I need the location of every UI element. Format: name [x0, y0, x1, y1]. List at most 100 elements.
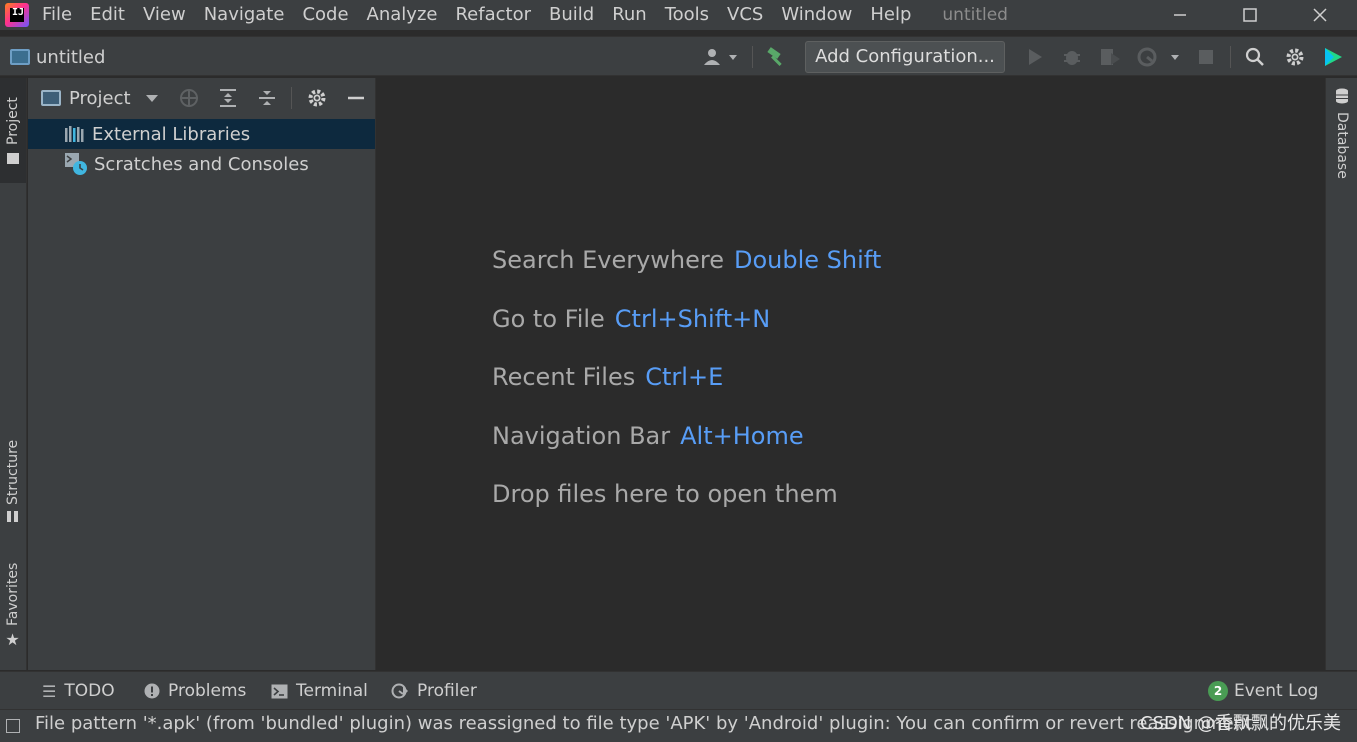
tab-favorites[interactable]: ★ Favorites	[0, 556, 26, 656]
right-tool-strip: Database	[1325, 78, 1357, 670]
menu-navigate[interactable]: Navigate	[195, 0, 294, 30]
run-button[interactable]	[1023, 45, 1047, 69]
project-panel-header: Project	[28, 78, 375, 118]
tab-structure[interactable]: Structure	[0, 430, 26, 532]
folder-icon	[7, 152, 19, 164]
menu-code[interactable]: Code	[293, 0, 357, 30]
toggle-tool-windows-icon[interactable]	[6, 719, 20, 733]
settings-button[interactable]	[1283, 45, 1307, 69]
debug-button[interactable]	[1060, 45, 1084, 69]
search-everywhere-button[interactable]	[1243, 45, 1267, 69]
tab-structure-label: Structure	[5, 439, 21, 506]
menu-tools[interactable]: Tools	[656, 0, 718, 30]
hint-action: Navigation Bar	[492, 422, 671, 450]
project-view-icon	[41, 90, 61, 106]
plugin-button[interactable]	[1321, 45, 1345, 69]
locate-button[interactable]	[177, 86, 201, 110]
menu-refactor[interactable]: Refactor	[446, 0, 540, 30]
hint-search-everywhere: Search Everywhere Double Shift	[492, 246, 881, 274]
tab-profiler-label: Profiler	[417, 681, 477, 701]
chevron-down-icon[interactable]	[145, 93, 159, 103]
minimize-button[interactable]	[1157, 0, 1203, 30]
tab-todo[interactable]: ☰ TODO	[42, 672, 115, 710]
collapse-all-button[interactable]	[255, 86, 279, 110]
expand-all-button[interactable]	[216, 86, 240, 110]
project-view-selector[interactable]: Project	[69, 88, 131, 109]
hint-action: Go to File	[492, 305, 605, 333]
breadcrumb-project-label[interactable]: untitled	[36, 47, 105, 68]
breadcrumb[interactable]: untitled	[10, 37, 105, 77]
tab-todo-label: TODO	[64, 681, 115, 701]
list-icon: ☰	[42, 681, 57, 701]
debug-icon	[1064, 51, 1080, 65]
menu-vcs[interactable]: VCS	[718, 0, 772, 30]
hint-navigation-bar: Navigation Bar Alt+Home	[492, 422, 804, 450]
tab-problems[interactable]: Problems	[144, 672, 246, 710]
header-separator	[291, 87, 292, 109]
plugin-icon	[1325, 48, 1342, 66]
crosshair-icon	[180, 89, 198, 107]
menu-analyze[interactable]: Analyze	[358, 0, 447, 30]
collapse-all-icon	[259, 91, 275, 105]
tree-item-external-libraries[interactable]: External Libraries	[28, 119, 375, 149]
menu-window[interactable]: Window	[772, 0, 861, 30]
stop-icon	[1199, 50, 1213, 64]
terminal-icon	[271, 684, 288, 698]
hint-shortcut: Double Shift	[734, 246, 882, 274]
menu-view[interactable]: View	[134, 0, 195, 30]
tab-terminal[interactable]: Terminal	[271, 672, 368, 710]
tree-item-label: Scratches and Consoles	[94, 153, 309, 175]
hint-action: Recent Files	[492, 363, 636, 391]
minimize-icon	[1174, 14, 1186, 16]
tab-database-label: Database	[1334, 112, 1350, 179]
intellij-logo-icon: IJ	[5, 3, 29, 27]
editor-empty-area[interactable]: Search Everywhere Double Shift Go to File…	[377, 78, 1324, 670]
profile-dropdown-button[interactable]	[1135, 45, 1183, 69]
gear-icon	[1286, 48, 1304, 66]
stop-button[interactable]	[1195, 45, 1217, 69]
tab-terminal-label: Terminal	[296, 681, 368, 701]
hint-shortcut: Ctrl+E	[645, 363, 724, 391]
project-folder-icon	[10, 49, 30, 65]
status-message[interactable]: File pattern '*.apk' (from 'bundled' plu…	[35, 710, 1252, 738]
tab-profiler[interactable]: Profiler	[391, 672, 477, 710]
build-button[interactable]	[763, 45, 789, 69]
tab-database[interactable]: Database	[1330, 88, 1354, 179]
hide-panel-button[interactable]	[344, 86, 368, 110]
close-button[interactable]	[1297, 0, 1343, 30]
hint-recent-files: Recent Files Ctrl+E	[492, 363, 723, 391]
tab-event-log[interactable]: 2 Event Log	[1208, 672, 1318, 710]
menu-help[interactable]: Help	[861, 0, 920, 30]
add-configuration-button[interactable]: Add Configuration...	[805, 41, 1005, 73]
panel-settings-button[interactable]	[305, 86, 329, 110]
status-bar: File pattern '*.apk' (from 'bundled' plu…	[0, 709, 1357, 742]
tab-project-label: Project	[5, 97, 21, 145]
maximize-icon	[1243, 8, 1257, 22]
scratches-icon	[65, 153, 87, 175]
tab-project[interactable]: Project	[0, 78, 26, 183]
tab-problems-label: Problems	[168, 681, 247, 701]
menu-file[interactable]: File	[33, 0, 81, 30]
project-tool-window: Project External Libraries Scratches and…	[28, 78, 376, 670]
drop-files-hint: Drop files here to open them	[492, 480, 838, 508]
menu-build[interactable]: Build	[540, 0, 603, 30]
star-icon: ★	[3, 630, 23, 650]
minimize-icon	[348, 96, 364, 100]
coverage-icon	[1101, 49, 1120, 65]
tab-favorites-label: Favorites	[5, 562, 21, 627]
menu-edit[interactable]: Edit	[81, 0, 134, 30]
maximize-button[interactable]	[1227, 0, 1273, 30]
menu-bar: IJ File Edit View Navigate Code Analyze …	[0, 0, 1357, 30]
hammer-icon	[767, 47, 782, 66]
toolbar-separator	[1230, 46, 1231, 68]
user-dropdown-button[interactable]	[700, 45, 742, 69]
library-icon	[65, 126, 84, 142]
tree-item-scratches-and-consoles[interactable]: Scratches and Consoles	[28, 149, 375, 179]
menu-run[interactable]: Run	[603, 0, 656, 30]
event-count-badge: 2	[1208, 681, 1228, 701]
coverage-button[interactable]	[1098, 45, 1122, 69]
tab-event-log-label: Event Log	[1234, 681, 1319, 701]
database-icon	[1336, 88, 1348, 104]
hint-action: Search Everywhere	[492, 246, 724, 274]
gear-icon	[308, 89, 326, 107]
